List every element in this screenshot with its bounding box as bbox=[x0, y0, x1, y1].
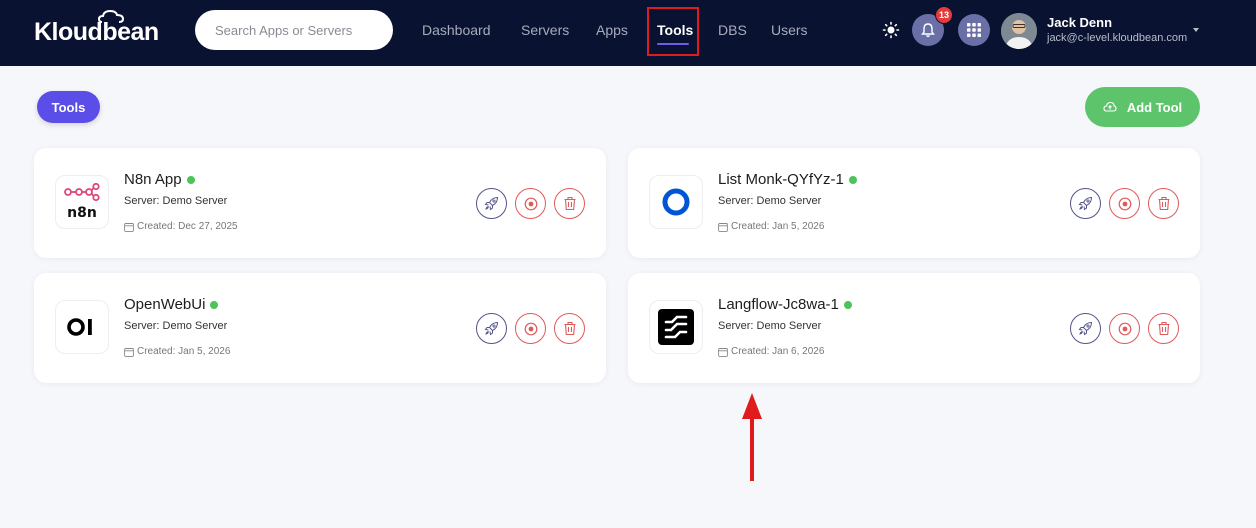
status-dot bbox=[186, 175, 195, 184]
tool-name[interactable]: OpenWebUi bbox=[124, 296, 219, 313]
sun-icon[interactable] bbox=[882, 21, 900, 39]
notification-badge: 13 bbox=[935, 6, 954, 24]
status-dot bbox=[848, 175, 857, 184]
delete-button[interactable] bbox=[1148, 313, 1179, 344]
tool-name[interactable]: N8n App bbox=[124, 171, 195, 188]
tool-name-text: List Monk-QYfYz-1 bbox=[718, 171, 844, 188]
tool-server: Server: Demo Server bbox=[124, 195, 228, 207]
status-dot bbox=[210, 300, 219, 309]
launch-button[interactable] bbox=[1070, 188, 1101, 219]
tab-tools[interactable]: Tools bbox=[37, 91, 100, 123]
nav-users[interactable]: Users bbox=[771, 22, 808, 38]
launch-button[interactable] bbox=[1070, 313, 1101, 344]
stop-icon bbox=[524, 322, 537, 335]
highlight-box bbox=[647, 7, 699, 56]
listmonk-logo bbox=[649, 175, 703, 229]
stop-button[interactable] bbox=[1109, 313, 1140, 344]
trash-icon bbox=[1158, 321, 1169, 336]
top-navbar: Kloudbean Dashboard Servers Apps Tools D… bbox=[0, 0, 1256, 66]
created-date: Created: Jan 5, 2026 bbox=[137, 346, 231, 357]
cloud-upload-icon bbox=[1103, 101, 1117, 112]
trash-icon bbox=[564, 321, 575, 336]
rocket-icon bbox=[484, 321, 499, 336]
rocket-icon bbox=[1078, 321, 1093, 336]
tool-server: Server: Demo Server bbox=[718, 195, 822, 207]
chevron-down-icon[interactable] bbox=[1193, 28, 1199, 32]
launch-button[interactable] bbox=[476, 313, 507, 344]
stop-icon bbox=[524, 197, 537, 210]
tool-card[interactable]: Langflow-Jc8wa-1 Server: Demo Server Cre… bbox=[628, 273, 1200, 383]
add-tool-label: Add Tool bbox=[1126, 99, 1183, 115]
user-email[interactable]: jack@c-level.kloudbean.com bbox=[1047, 32, 1187, 44]
tool-card[interactable]: OpenWebUi Server: Demo Server Created: J… bbox=[34, 273, 606, 383]
calendar-icon bbox=[718, 347, 728, 357]
annotation-arrow-icon bbox=[742, 393, 762, 481]
apps-grid-button[interactable] bbox=[958, 14, 990, 46]
logo-text: Kloudbean bbox=[34, 17, 159, 46]
tool-created: Created: Dec 27, 2025 bbox=[124, 221, 238, 232]
delete-button[interactable] bbox=[554, 188, 585, 219]
nav-dashboard[interactable]: Dashboard bbox=[422, 22, 491, 38]
nav-servers[interactable]: Servers bbox=[521, 22, 569, 38]
launch-button[interactable] bbox=[476, 188, 507, 219]
tool-name-text: Langflow-Jc8wa-1 bbox=[718, 296, 839, 313]
created-date: Created: Jan 5, 2026 bbox=[731, 221, 825, 232]
tool-name[interactable]: Langflow-Jc8wa-1 bbox=[718, 296, 852, 313]
tool-created: Created: Jan 5, 2026 bbox=[718, 221, 824, 232]
tool-name[interactable]: List Monk-QYfYz-1 bbox=[718, 171, 857, 188]
tool-created: Created: Jan 6, 2026 bbox=[718, 346, 824, 357]
created-date: Created: Dec 27, 2025 bbox=[137, 221, 238, 232]
openwebui-logo bbox=[55, 300, 109, 354]
delete-button[interactable] bbox=[554, 313, 585, 344]
created-date: Created: Jan 6, 2026 bbox=[731, 346, 825, 357]
tool-created: Created: Jan 5, 2026 bbox=[124, 346, 230, 357]
trash-icon bbox=[564, 196, 575, 211]
nav-dbs[interactable]: DBS bbox=[718, 22, 747, 38]
stop-button[interactable] bbox=[515, 313, 546, 344]
trash-icon bbox=[1158, 196, 1169, 211]
langflow-logo bbox=[649, 300, 703, 354]
tool-card[interactable]: List Monk-QYfYz-1 Server: Demo Server Cr… bbox=[628, 148, 1200, 258]
calendar-icon bbox=[124, 347, 134, 357]
stop-button[interactable] bbox=[1109, 188, 1140, 219]
stop-button[interactable] bbox=[515, 188, 546, 219]
stop-icon bbox=[1118, 322, 1131, 335]
tool-server: Server: Demo Server bbox=[718, 320, 822, 332]
status-dot bbox=[843, 300, 852, 309]
search-input[interactable] bbox=[195, 10, 393, 50]
tool-server: Server: Demo Server bbox=[124, 320, 228, 332]
tool-name-text: N8n App bbox=[124, 171, 182, 188]
avatar[interactable] bbox=[1001, 13, 1037, 49]
grid-icon bbox=[967, 23, 981, 37]
cloud-icon bbox=[98, 10, 124, 23]
svg-text:n8n: n8n bbox=[67, 205, 97, 221]
bell-icon bbox=[921, 23, 935, 37]
rocket-icon bbox=[1078, 196, 1093, 211]
add-tool-button[interactable]: Add Tool bbox=[1085, 87, 1200, 127]
calendar-icon bbox=[124, 222, 134, 232]
delete-button[interactable] bbox=[1148, 188, 1179, 219]
rocket-icon bbox=[484, 196, 499, 211]
n8n-logo: n8n bbox=[55, 175, 109, 229]
kloudbean-logo[interactable]: Kloudbean bbox=[34, 10, 159, 48]
tool-card[interactable]: n8n N8n App Server: Demo Server Created:… bbox=[34, 148, 606, 258]
calendar-icon bbox=[718, 222, 728, 232]
stop-icon bbox=[1118, 197, 1131, 210]
user-photo-icon bbox=[1001, 13, 1037, 49]
tool-name-text: OpenWebUi bbox=[124, 296, 206, 313]
nav-apps[interactable]: Apps bbox=[596, 22, 628, 38]
user-name[interactable]: Jack Denn bbox=[1047, 15, 1112, 30]
